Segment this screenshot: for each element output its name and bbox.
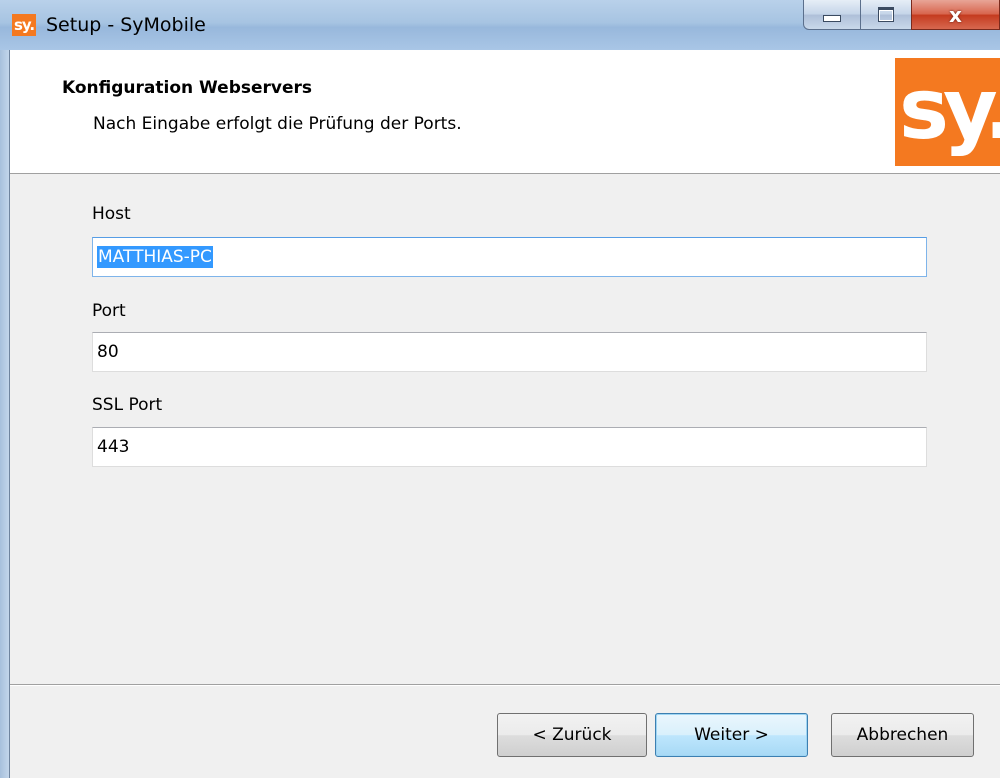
page-title: Konfiguration Webservers [62, 78, 313, 98]
cancel-button[interactable]: Abbrechen [831, 713, 974, 757]
host-input[interactable]: MATTHIAS-PC [92, 237, 927, 277]
back-button[interactable]: < Zurück [497, 713, 647, 757]
minimize-icon [804, 0, 860, 29]
page-subtitle: Nach Eingabe erfolgt die Prüfung der Por… [93, 114, 462, 134]
next-button[interactable]: Weiter > [655, 713, 808, 757]
window-frame-left [0, 50, 9, 778]
app-logo-icon: sy. [12, 14, 36, 36]
brand-logo-icon: sy. [895, 58, 1000, 166]
host-input-selected-text: MATTHIAS-PC [97, 246, 213, 268]
title-bar[interactable]: sy. Setup - SyMobile x [0, 0, 1000, 50]
maximize-button[interactable] [860, 0, 912, 30]
ssl-port-label: SSL Port [92, 395, 163, 415]
close-icon: x [912, 0, 999, 29]
port-input[interactable]: 80 [92, 332, 927, 372]
maximize-icon [861, 0, 911, 29]
brand-logo-text: sy. [899, 60, 1000, 158]
host-label: Host [92, 204, 131, 224]
close-button[interactable]: x [911, 0, 1000, 30]
wizard-header: Konfiguration Webservers Nach Eingabe er… [10, 50, 1000, 174]
port-label: Port [92, 301, 126, 321]
setup-window: sy. Setup - SyMobile x Konfiguration Web… [0, 0, 1000, 778]
minimize-button[interactable] [803, 0, 861, 30]
footer-separator [10, 684, 1000, 686]
close-glyph: x [949, 2, 962, 27]
ssl-port-input[interactable]: 443 [92, 427, 927, 467]
window-title: Setup - SyMobile [46, 14, 206, 36]
